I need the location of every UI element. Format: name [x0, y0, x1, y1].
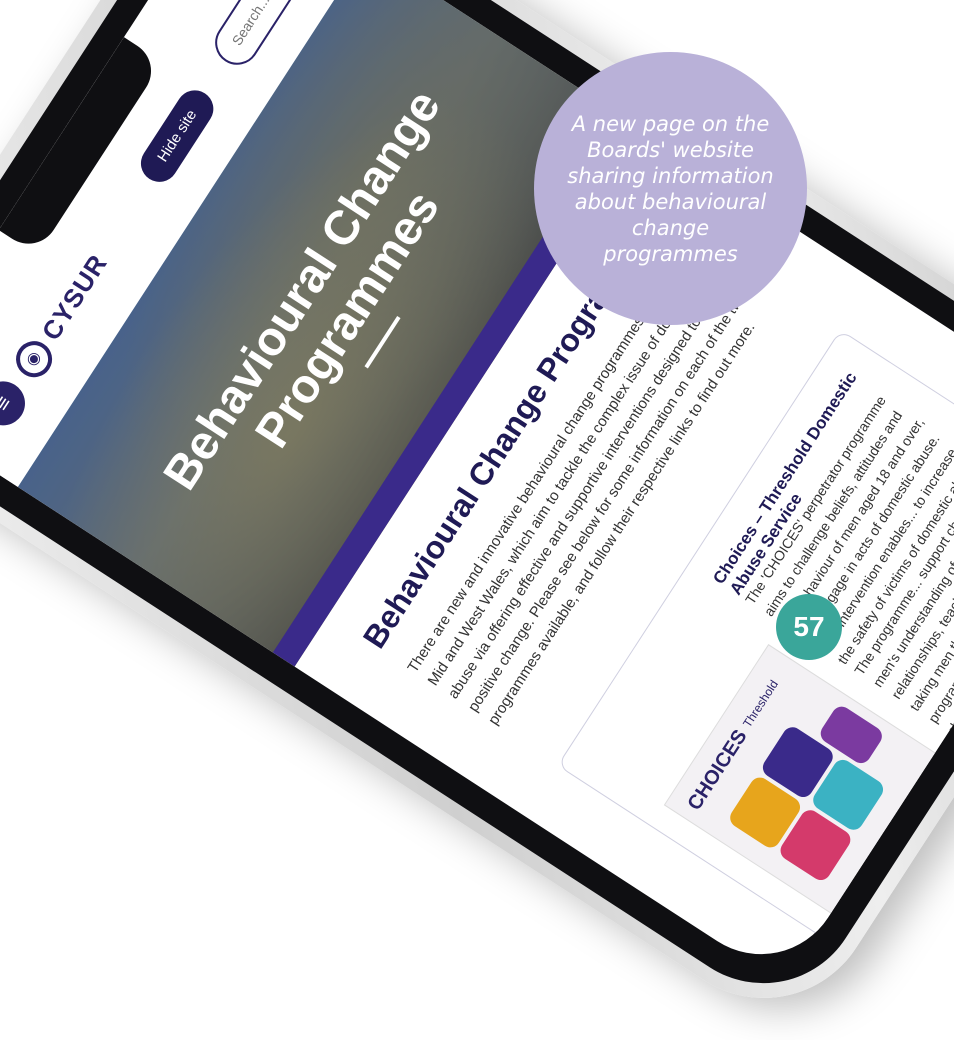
- logo-mark-icon: ◉: [9, 334, 59, 385]
- callout-text: A new page on the Boards' website sharin…: [567, 111, 774, 266]
- threshold-logo: Threshold: [740, 677, 782, 730]
- phone-screen: ≡ ◉ CYSUR Hide site ⌕ Behavioural Change…: [0, 0, 954, 985]
- phone-frame: ≡ ◉ CYSUR Hide site ⌕ Behavioural Change…: [0, 0, 954, 1040]
- menu-icon[interactable]: ≡: [0, 372, 34, 434]
- callout-bubble: A new page on the Boards' website sharin…: [534, 52, 807, 325]
- hide-site-button[interactable]: Hide site: [133, 82, 221, 189]
- page-number-badge: 57: [776, 594, 842, 660]
- logo-text: CYSUR: [35, 248, 113, 346]
- phone-bezel: ≡ ◉ CYSUR Hide site ⌕ Behavioural Change…: [0, 0, 954, 1021]
